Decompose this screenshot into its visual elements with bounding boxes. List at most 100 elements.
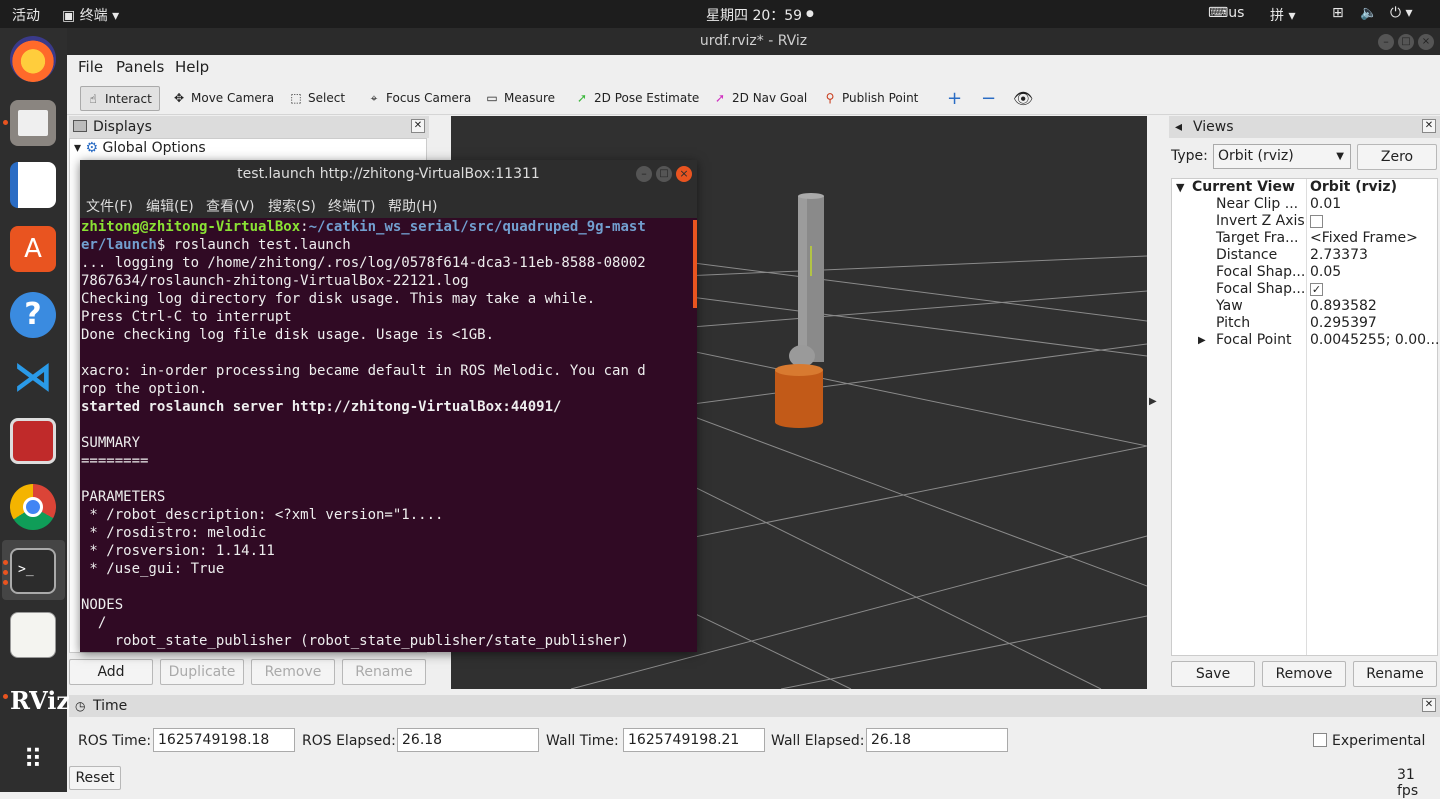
views-close-button[interactable]: ✕	[1422, 119, 1436, 133]
rename-display-button[interactable]: Rename	[342, 659, 426, 685]
nav-goal-tool[interactable]: ➚ 2D Nav Goal	[712, 86, 807, 111]
duplicate-display-button[interactable]: Duplicate	[160, 659, 244, 685]
eye-icon[interactable]: 👁	[1013, 86, 1033, 111]
terminal-minimize-button[interactable]: –	[636, 166, 652, 182]
property-value[interactable]	[1310, 215, 1323, 228]
terminal-menu-help[interactable]: 帮助(H)	[388, 196, 437, 216]
terminal-output[interactable]: zhitong@zhitong-VirtualBox:~/catkin_ws_s…	[80, 218, 697, 652]
vscode-icon[interactable]: ⋊	[10, 354, 56, 400]
hand-icon: ☝	[89, 92, 97, 106]
terminal-menu-edit[interactable]: 编辑(E)	[146, 196, 194, 216]
chrome-icon[interactable]	[10, 484, 56, 530]
volume-icon[interactable]: 🔈	[1360, 5, 1377, 21]
terminal-menu-search[interactable]: 搜索(S)	[268, 196, 316, 216]
minimize-button[interactable]: –	[1378, 34, 1394, 50]
interact-tool[interactable]: ☝ Interact	[80, 86, 160, 111]
wall-time-field[interactable]: 1625749198.21	[623, 728, 765, 752]
terminal-window[interactable]: test.launch http://zhitong-VirtualBox:11…	[80, 160, 697, 652]
experimental-checkbox[interactable]	[1313, 733, 1327, 747]
focus-camera-tool[interactable]: ⌖ Focus Camera	[366, 86, 472, 111]
measure-tool[interactable]: ▭ Measure	[484, 86, 555, 111]
property-value[interactable]: ✓	[1310, 283, 1323, 296]
reset-button[interactable]: Reset	[69, 766, 121, 790]
pose-estimate-tool[interactable]: ➚ 2D Pose Estimate	[574, 86, 699, 111]
expand-icon[interactable]: ▶	[1198, 332, 1206, 349]
view-property-row[interactable]: Invert Z Axis	[1172, 213, 1440, 230]
save-view-button[interactable]: Save	[1171, 661, 1255, 687]
view-property-row[interactable]: Focal Shap... 0.05	[1172, 264, 1440, 281]
view-type-select[interactable]: Orbit (rviz) ▼	[1213, 144, 1351, 169]
wall-elapsed-label: Wall Elapsed:	[771, 733, 865, 749]
maximize-button[interactable]: □	[1398, 34, 1414, 50]
menu-file[interactable]: File	[78, 58, 103, 76]
add-display-button[interactable]: Add	[69, 659, 153, 685]
terminal-scrollbar[interactable]	[693, 220, 697, 308]
view-property-row[interactable]: Distance 2.73373	[1172, 247, 1440, 264]
current-view-row[interactable]: ▼ Current View Orbit (rviz)	[1172, 179, 1440, 196]
writer-icon[interactable]	[10, 162, 56, 208]
view-property-row[interactable]: Pitch 0.295397	[1172, 315, 1440, 332]
displays-close-button[interactable]: ✕	[411, 119, 425, 133]
collapse-right-icon[interactable]: ▶	[1149, 396, 1157, 407]
app-menu[interactable]: ▣ 终端 ▾	[62, 5, 119, 25]
terminal-menu-file[interactable]: 文件(F)	[86, 196, 133, 216]
ros-time-field[interactable]: 1625749198.18	[153, 728, 295, 752]
power-icon[interactable]: ⏻ ▾	[1390, 5, 1413, 21]
ros-elapsed-field[interactable]: 26.18	[397, 728, 539, 752]
property-name: Target Fra...	[1216, 230, 1299, 246]
ruler-icon: ▭	[486, 91, 498, 105]
select-tool[interactable]: ⬚ Select	[288, 86, 345, 111]
remove-tool-icon[interactable]: −	[981, 86, 996, 111]
property-name: Pitch	[1216, 315, 1251, 331]
clock[interactable]: 星期四 20：59	[706, 5, 802, 25]
monitor-icon	[73, 120, 87, 132]
apps-grid-icon[interactable]: ⠿	[10, 740, 56, 786]
keyboard-indicator[interactable]: ⌨us	[1208, 5, 1244, 21]
property-value[interactable]: 2.73373	[1310, 247, 1368, 264]
firefox-icon[interactable]	[10, 36, 56, 82]
ros-elapsed-label: ROS Elapsed:	[302, 733, 396, 749]
terminal-close-button[interactable]: ×	[676, 166, 692, 182]
property-value[interactable]: <Fixed Frame>	[1310, 230, 1418, 247]
remove-display-button[interactable]: Remove	[251, 659, 335, 685]
publish-point-tool[interactable]: ⚲ Publish Point	[822, 86, 919, 111]
terminal-menu-terminal[interactable]: 终端(T)	[328, 196, 375, 216]
view-property-row[interactable]: Target Fra... <Fixed Frame>	[1172, 230, 1440, 247]
property-value[interactable]: 0.0045255; 0.00...	[1310, 332, 1439, 349]
software-icon[interactable]: A	[10, 226, 56, 272]
ime-indicator[interactable]: 拼 ▾	[1270, 5, 1295, 25]
move-camera-tool[interactable]: ✥ Move Camera	[171, 86, 274, 111]
menu-help[interactable]: Help	[175, 58, 209, 76]
terminal-maximize-button[interactable]: □	[656, 166, 672, 182]
rviz-icon[interactable]: RViz	[10, 678, 70, 724]
property-value[interactable]: 0.01	[1310, 196, 1341, 213]
activities-button[interactable]: 活动	[12, 5, 40, 25]
time-close-button[interactable]: ✕	[1422, 698, 1436, 712]
files-icon[interactable]	[10, 100, 56, 146]
global-options-row[interactable]: ▾ ⚙ Global Options	[74, 140, 206, 156]
view-property-row[interactable]: Focal Shap... ✓	[1172, 281, 1440, 298]
property-value[interactable]: 0.893582	[1310, 298, 1377, 315]
prompt-path: ~/catkin_ws_serial/src/quadruped_9g-mast	[308, 219, 646, 235]
rename-view-button[interactable]: Rename	[1353, 661, 1437, 687]
network-icon[interactable]: ⊞	[1332, 5, 1344, 21]
wall-elapsed-field[interactable]: 26.18	[866, 728, 1008, 752]
add-tool-icon[interactable]: +	[947, 86, 962, 111]
help-icon[interactable]: ?	[10, 292, 56, 338]
view-property-row[interactable]: Yaw 0.893582	[1172, 298, 1440, 315]
remove-view-button[interactable]: Remove	[1262, 661, 1346, 687]
terminal-icon[interactable]: >_	[10, 548, 56, 594]
magenta-arrow-icon: ➚	[714, 91, 726, 105]
property-value[interactable]: 0.05	[1310, 264, 1341, 281]
green-arrow-icon: ➚	[576, 91, 588, 105]
property-value[interactable]: 0.295397	[1310, 315, 1377, 332]
terminal-menu-view[interactable]: 查看(V)	[206, 196, 255, 216]
close-button[interactable]: ×	[1418, 34, 1434, 50]
menu-panels[interactable]: Panels	[116, 58, 164, 76]
view-property-row[interactable]: Near Clip ... 0.01	[1172, 196, 1440, 213]
view-property-row[interactable]: ▶ Focal Point 0.0045255; 0.00...	[1172, 332, 1440, 349]
editor-icon[interactable]	[10, 612, 56, 658]
terminal-red-icon[interactable]	[10, 418, 56, 464]
chevron-down-icon: ▼	[1336, 151, 1344, 162]
zero-button[interactable]: Zero	[1357, 144, 1437, 170]
